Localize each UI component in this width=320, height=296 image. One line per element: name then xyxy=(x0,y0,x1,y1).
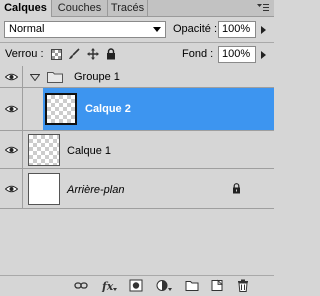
trash-delete-icon[interactable] xyxy=(236,279,250,292)
lock-position-move-icon[interactable] xyxy=(87,48,99,60)
eye-icon xyxy=(5,185,18,192)
visibility-toggle[interactable] xyxy=(0,131,23,168)
lock-label: Verrou : xyxy=(5,48,44,60)
folder-icon xyxy=(47,72,63,83)
layer-name: Calque 1 xyxy=(67,145,112,157)
panel-tab-bar: Calques Couches Tracés xyxy=(0,0,274,17)
lock-transparency-icon[interactable] xyxy=(51,49,62,60)
disclosure-triangle-icon[interactable] xyxy=(30,74,40,81)
layer-row-groupe-1[interactable]: Groupe 1 xyxy=(0,66,274,88)
layer-name: Groupe 1 xyxy=(74,71,120,83)
layer-name: Calque 2 xyxy=(85,103,131,115)
eye-icon xyxy=(5,105,18,113)
layer-mask-icon[interactable] xyxy=(129,279,143,292)
layer-row-calque-1[interactable]: Calque 1 xyxy=(0,131,274,169)
opacity-label: Opacité : xyxy=(173,23,218,35)
layer-row-arriere-plan[interactable]: Arrière-plan xyxy=(0,169,274,209)
visibility-toggle[interactable] xyxy=(0,66,23,87)
tab-couches[interactable]: Couches xyxy=(52,0,108,16)
group-indent xyxy=(23,88,43,130)
tab-traces[interactable]: Tracés xyxy=(108,0,148,16)
panel-menu-icon[interactable] xyxy=(256,1,270,14)
fill-label: Fond : xyxy=(182,48,214,60)
new-group-folder-icon[interactable] xyxy=(185,279,199,292)
visibility-toggle[interactable] xyxy=(0,88,23,130)
layer-name: Arrière-plan xyxy=(67,184,125,196)
layer-style-fx-icon[interactable]: fx xyxy=(101,279,117,292)
svg-text:fx: fx xyxy=(101,280,114,292)
chevron-down-icon xyxy=(153,27,161,32)
lock-pixels-brush-icon[interactable] xyxy=(68,48,80,60)
separator xyxy=(0,42,274,43)
layer-thumbnail xyxy=(28,134,60,166)
blend-mode-select[interactable]: Normal xyxy=(4,21,166,38)
blend-mode-value: Normal xyxy=(9,23,45,35)
opacity-input[interactable]: 100% xyxy=(218,21,256,38)
layer-row-calque-2[interactable]: Calque 2 xyxy=(0,88,274,131)
fill-input[interactable]: 100% xyxy=(218,46,256,63)
opacity-slider-button[interactable] xyxy=(261,26,266,34)
link-layers-icon[interactable] xyxy=(74,279,88,292)
tab-calques[interactable]: Calques xyxy=(0,0,52,17)
layers-list: Groupe 1 Calque 2 Calque 1 Arrière-plan xyxy=(0,66,274,273)
layer-thumbnail xyxy=(28,173,60,205)
eye-icon xyxy=(5,73,18,80)
fill-slider-button[interactable] xyxy=(261,51,266,59)
layers-footer-toolbar: fx xyxy=(0,275,274,296)
adjustment-layer-icon[interactable] xyxy=(156,279,172,292)
lock-all-icon[interactable] xyxy=(106,48,116,60)
eye-icon xyxy=(5,146,18,153)
new-layer-icon[interactable] xyxy=(210,279,224,292)
layer-lock-icon xyxy=(233,183,240,194)
visibility-toggle[interactable] xyxy=(0,169,23,208)
layer-thumbnail xyxy=(45,93,77,125)
